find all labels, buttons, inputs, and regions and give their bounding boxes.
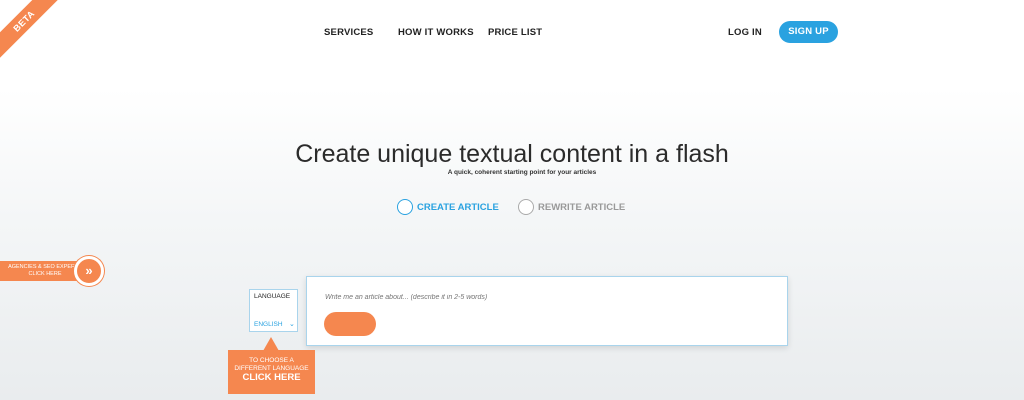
language-value[interactable]: ENGLISH <box>254 321 283 328</box>
tooltip-line1: TO CHOOSE A <box>249 357 294 364</box>
language-tooltip[interactable]: TO CHOOSE A DIFFERENT LANGUAGE CLICK HER… <box>228 350 315 394</box>
signup-button[interactable]: SIGN UP <box>779 21 838 43</box>
language-label: LANGUAGE <box>254 293 291 300</box>
nav-price-list[interactable]: PRICE LIST <box>488 27 542 38</box>
generate-button[interactable] <box>324 312 376 336</box>
tooltip-arrow <box>263 337 279 351</box>
chevron-down-icon[interactable]: ⌄ <box>289 320 295 328</box>
create-article-radio[interactable] <box>397 199 413 215</box>
tooltip-cta[interactable]: CLICK HERE <box>228 373 315 382</box>
page-subtitle: A quick, coherent starting point for you… <box>447 169 597 176</box>
rewrite-article-radio[interactable] <box>518 199 534 215</box>
nav-services[interactable]: SERVICES <box>324 27 373 38</box>
nav-how-it-works[interactable]: HOW IT WORKS <box>398 27 474 38</box>
login-link[interactable]: LOG IN <box>728 27 762 38</box>
tooltip-line2: DIFFERENT LANGUAGE <box>234 364 309 372</box>
main-nav: SERVICES HOW IT WORKS PRICE LIST LOG IN <box>0 27 1024 39</box>
mode-rewrite-article[interactable]: REWRITE ARTICLE <box>518 199 625 215</box>
language-selector[interactable]: LANGUAGE ENGLISH ⌄ <box>249 289 298 332</box>
article-input-card <box>306 276 788 346</box>
mode-create-article[interactable]: CREATE ARTICLE <box>397 199 499 215</box>
create-article-label[interactable]: CREATE ARTICLE <box>417 202 499 213</box>
article-topic-input[interactable] <box>325 294 765 301</box>
rewrite-article-label[interactable]: REWRITE ARTICLE <box>538 202 625 213</box>
double-chevron-right-icon[interactable]: » <box>74 256 104 286</box>
page-title: Create unique textual content in a flash <box>295 140 729 168</box>
